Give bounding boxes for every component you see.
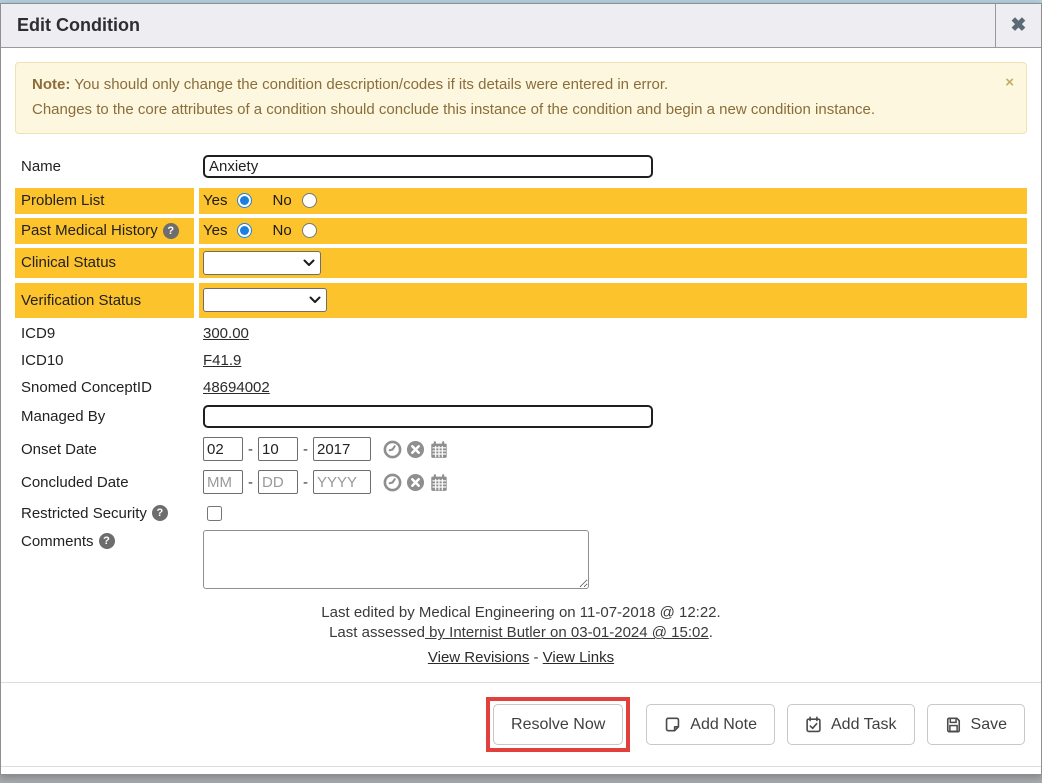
task-calendar-icon [805, 716, 822, 733]
restricted-security-label: Restricted Security [21, 505, 147, 522]
clear-date-icon[interactable] [406, 473, 425, 492]
problem-list-no-radio[interactable] [302, 193, 317, 208]
name-row: Name [15, 152, 1027, 182]
link-separator: - [534, 649, 539, 666]
calendar-picker-icon[interactable] [429, 473, 449, 492]
audit-block: Last edited by Medical Engineering on 11… [1, 603, 1041, 669]
onset-day-input[interactable] [258, 437, 298, 461]
set-current-time-icon[interactable] [383, 473, 402, 492]
edit-condition-dialog: Edit Condition ✖ Note: You should only c… [0, 3, 1042, 775]
problem-list-row: Problem List Yes No [15, 188, 1027, 214]
problem-list-no-label: No [272, 192, 291, 209]
snomed-code-link[interactable]: 48694002 [203, 379, 270, 396]
view-links-link[interactable]: View Links [543, 649, 614, 666]
onset-year-input[interactable] [313, 437, 371, 461]
help-icon[interactable]: ? [152, 505, 168, 521]
concluded-year-input[interactable] [313, 470, 371, 494]
note-icon [664, 716, 681, 733]
clinical-status-row: Clinical Status [15, 248, 1027, 278]
date-separator: - [248, 474, 253, 491]
problem-list-yes-radio[interactable] [237, 193, 252, 208]
comments-row: Comments ? [15, 530, 1027, 589]
pmh-yes-radio[interactable] [237, 223, 252, 238]
clinical-status-select[interactable] [203, 251, 321, 275]
snomed-row: Snomed ConceptID 48694002 [15, 376, 1027, 399]
warning-note-banner: Note: You should only change the conditi… [15, 62, 1027, 134]
restricted-security-checkbox[interactable] [207, 506, 222, 521]
help-icon[interactable]: ? [99, 533, 115, 549]
last-edited-text: Last edited by Medical Engineering on 11… [1, 603, 1041, 624]
last-assessed-text: Last assessed by Internist Butler on 03-… [1, 623, 1041, 644]
name-input[interactable] [203, 155, 653, 178]
icd10-code-link[interactable]: F41.9 [203, 352, 241, 369]
verification-status-label: Verification Status [15, 283, 194, 318]
icd9-row: ICD9 300.00 [15, 322, 1027, 345]
save-button[interactable]: Save [927, 704, 1025, 745]
clinical-status-label: Clinical Status [15, 248, 194, 278]
comments-textarea[interactable] [203, 530, 589, 589]
add-note-button[interactable]: Add Note [646, 704, 775, 745]
concluded-month-input[interactable] [203, 470, 243, 494]
name-label: Name [15, 152, 194, 182]
problem-list-yes-label: Yes [203, 192, 227, 209]
note-line-2: Changes to the core attributes of a cond… [32, 98, 1010, 123]
pmh-no-radio[interactable] [302, 223, 317, 238]
past-medical-history-row: Past Medical History ? Yes No [15, 218, 1027, 244]
condition-form: Name Problem List Yes No Past Medical Hi… [1, 148, 1041, 593]
concluded-day-input[interactable] [258, 470, 298, 494]
last-assessed-link[interactable]: by Internist Butler on 03-01-2024 @ 15:0… [425, 624, 709, 641]
close-button[interactable]: ✖ [995, 4, 1041, 47]
resolve-now-button[interactable]: Resolve Now [493, 704, 623, 745]
set-current-time-icon[interactable] [383, 440, 402, 459]
pmh-yes-label: Yes [203, 222, 227, 239]
date-separator: - [248, 441, 253, 458]
verification-status-row: Verification Status [15, 283, 1027, 318]
date-separator: - [303, 441, 308, 458]
managed-by-label: Managed By [15, 403, 194, 431]
past-medical-history-label: Past Medical History [21, 222, 158, 239]
comments-label: Comments [21, 533, 94, 550]
note-prefix: Note: [32, 76, 70, 93]
footer-empty-space [1, 767, 1041, 774]
view-links-line: View Revisions - View Links [1, 648, 1041, 669]
verification-status-select[interactable] [203, 288, 327, 312]
icd10-label: ICD10 [15, 349, 194, 372]
icd10-row: ICD10 F41.9 [15, 349, 1027, 372]
onset-date-label: Onset Date [15, 435, 194, 464]
clear-date-icon[interactable] [406, 440, 425, 459]
problem-list-label: Problem List [15, 188, 194, 214]
concluded-date-label: Concluded Date [15, 468, 194, 497]
view-revisions-link[interactable]: View Revisions [428, 649, 529, 666]
annotation-highlight-box: Resolve Now [486, 697, 630, 752]
concluded-date-row: Concluded Date - - [15, 468, 1027, 497]
dialog-title: Edit Condition [1, 15, 995, 36]
onset-date-row: Onset Date - - [15, 435, 1027, 464]
restricted-security-row: Restricted Security ? [15, 501, 1027, 526]
add-task-button[interactable]: Add Task [787, 704, 915, 745]
snomed-label: Snomed ConceptID [15, 376, 194, 399]
managed-by-row: Managed By [15, 403, 1027, 431]
onset-month-input[interactable] [203, 437, 243, 461]
icd9-code-link[interactable]: 300.00 [203, 325, 249, 342]
note-line-1: Note: You should only change the conditi… [32, 73, 1010, 98]
dialog-button-row: Resolve Now Add Note Add Task Save [1, 683, 1041, 753]
close-icon: ✖ [1011, 14, 1027, 37]
dialog-header: Edit Condition ✖ [1, 4, 1041, 48]
managed-by-input[interactable] [203, 405, 653, 428]
icd9-label: ICD9 [15, 322, 194, 345]
save-disk-icon [945, 716, 962, 733]
note-dismiss-icon[interactable]: × [1005, 71, 1014, 96]
calendar-picker-icon[interactable] [429, 440, 449, 459]
pmh-no-label: No [272, 222, 291, 239]
help-icon[interactable]: ? [163, 223, 179, 239]
date-separator: - [303, 474, 308, 491]
